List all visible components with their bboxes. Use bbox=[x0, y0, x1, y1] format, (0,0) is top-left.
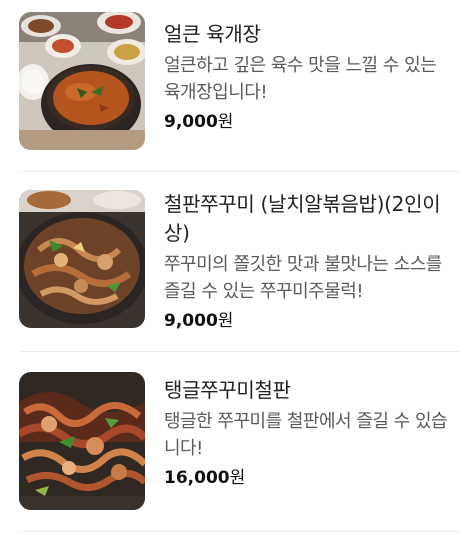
menu-item-info: 철판쭈꾸미 (날치알볶음밥)(2인이상) 쭈꾸미의 쫄깃한 맛과 불맛나는 소스… bbox=[164, 190, 456, 333]
food-photo-icon bbox=[19, 190, 145, 328]
price-currency: 원 bbox=[217, 311, 234, 331]
menu-item-description: 얼큰하고 깊은 육수 맛을 느낄 수 있는 육개장입니다! bbox=[164, 55, 437, 103]
menu-item-description: 쭈꾸미의 쫄깃한 맛과 불맛나는 소스를 즐길 수 있는 쭈꾸미주물럭! bbox=[164, 254, 442, 302]
divider bbox=[19, 171, 460, 172]
menu-item-price: 9,000원 bbox=[164, 309, 456, 333]
price-currency: 원 bbox=[217, 112, 234, 132]
menu-item-tanggle-jjukkumi[interactable]: 탱글쭈꾸미철판 탱글한 쭈꾸미를 철판에서 즐길 수 있습니다! 16,000원 bbox=[0, 372, 464, 522]
menu-item-yukgaejang[interactable]: 얼큰 육개장 얼큰하고 깊은 육수 맛을 느낄 수 있는 육개장입니다! 9,0… bbox=[0, 12, 464, 162]
food-photo-icon bbox=[19, 12, 145, 150]
price-value: 9,000 bbox=[164, 311, 218, 331]
menu-item-info: 탱글쭈꾸미철판 탱글한 쭈꾸미를 철판에서 즐길 수 있습니다! 16,000원 bbox=[164, 376, 456, 490]
menu-item-name: 철판쭈꾸미 (날치알볶음밥)(2인이상) bbox=[164, 192, 441, 245]
menu-list: 얼큰 육개장 얼큰하고 깊은 육수 맛을 느낄 수 있는 육개장입니다! 9,0… bbox=[0, 0, 464, 539]
menu-item-photo bbox=[19, 12, 145, 150]
price-value: 9,000 bbox=[164, 112, 218, 132]
price-currency: 원 bbox=[229, 468, 246, 488]
menu-item-price: 16,000원 bbox=[164, 466, 456, 490]
menu-item-price: 9,000원 bbox=[164, 110, 456, 134]
menu-item-name: 탱글쭈꾸미철판 bbox=[164, 378, 291, 402]
food-photo-icon bbox=[19, 372, 145, 510]
menu-item-photo bbox=[19, 190, 145, 328]
menu-item-description: 탱글한 쭈꾸미를 철판에서 즐길 수 있습니다! bbox=[164, 411, 448, 459]
divider bbox=[19, 351, 460, 352]
menu-item-photo bbox=[19, 372, 145, 510]
menu-item-jjukkumi-skillet[interactable]: 철판쭈꾸미 (날치알볶음밥)(2인이상) 쭈꾸미의 쫄깃한 맛과 불맛나는 소스… bbox=[0, 190, 464, 340]
price-value: 16,000 bbox=[164, 468, 230, 488]
divider bbox=[19, 531, 460, 532]
menu-item-info: 얼큰 육개장 얼큰하고 깊은 육수 맛을 느낄 수 있는 육개장입니다! 9,0… bbox=[164, 20, 456, 134]
menu-item-name: 얼큰 육개장 bbox=[164, 22, 261, 46]
